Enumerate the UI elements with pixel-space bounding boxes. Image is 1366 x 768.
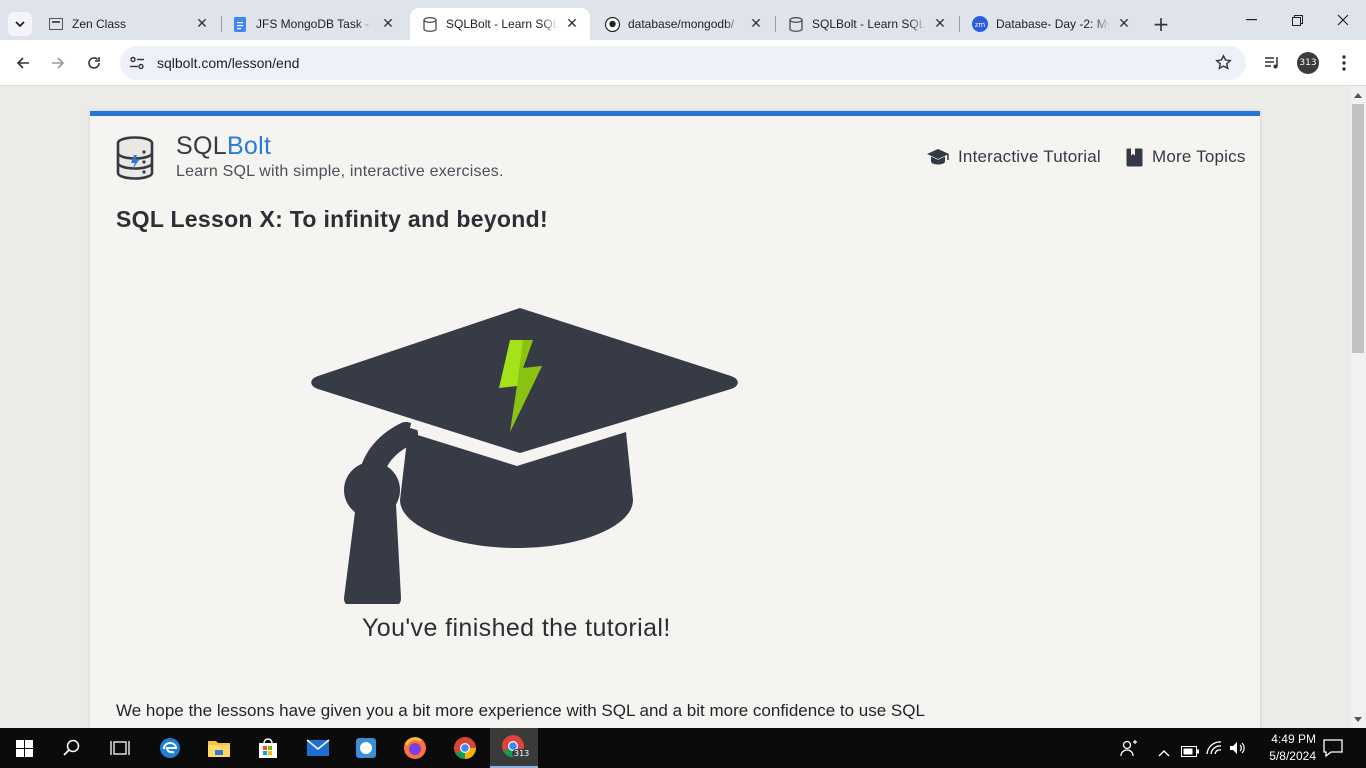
mail-icon[interactable] [294,728,342,768]
app-icon[interactable] [342,728,390,768]
clock-date: 5/8/2024 [1269,749,1316,763]
tab-close-icon[interactable]: ✕ [564,16,580,32]
address-bar[interactable]: sqlbolt.com/lesson/end [120,46,1246,80]
minimize-window-icon[interactable] [1228,0,1274,40]
battery-icon[interactable] [1181,742,1199,761]
windows-taskbar: 313 4:49 PM 5/8/2024 [0,728,1366,768]
svg-text:zm: zm [975,21,986,29]
task-view-icon[interactable] [96,728,144,768]
tab-title: Database- Day -2: My [996,17,1110,31]
graduation-cap-illustration [308,304,743,608]
tab-close-icon[interactable]: ✕ [748,16,764,32]
back-arrow-icon[interactable] [8,48,38,78]
system-clock[interactable]: 4:49 PM 5/8/2024 [1269,731,1316,765]
brand-bolt: Bolt [226,132,272,160]
google-docs-icon [232,16,248,32]
search-icon[interactable] [48,728,96,768]
zen-logo-icon: zm [972,16,988,32]
nav-label: Interactive Tutorial [958,147,1101,166]
sqlbolt-favicon-icon [422,16,438,32]
wifi-icon[interactable] [1206,740,1222,759]
chevron-down-icon [8,12,32,36]
finished-message: You've finished the tutorial! [362,614,671,642]
closing-paragraph: We hope the lessons have given you a bit… [116,701,925,720]
scrollbar-thumb[interactable] [1352,104,1364,353]
media-controls-icon[interactable] [1257,48,1287,78]
tab-title: database/mongodb/ [628,17,735,31]
browser-toolbar: sqlbolt.com/lesson/end 313 [0,40,1366,86]
site-settings-icon[interactable] [129,55,145,75]
tab-title: SQLBolt - Learn SQL - [446,17,558,31]
site-brand[interactable]: SQLBolt [176,132,271,161]
tab-github-database[interactable]: database/mongodb/ ✕ [592,8,774,40]
scroll-down-arrow-icon[interactable] [1354,717,1362,722]
volume-icon[interactable] [1229,740,1247,759]
new-tab-plus-icon[interactable]: + [1146,8,1176,40]
sqlbolt-logo-icon[interactable] [115,136,155,186]
chevron-up-icon[interactable] [1158,742,1170,761]
windows-start-icon[interactable] [0,728,48,768]
chrome-profile-badge: 313 [512,749,532,758]
microsoft-store-icon[interactable] [244,728,292,768]
sqlbolt-favicon-icon [788,16,804,32]
tab-zen-class[interactable]: Zen Class ✕ [36,8,220,40]
notification-center-icon[interactable] [1323,738,1343,762]
lesson-title: SQL Lesson X: To infinity and beyond! [116,206,548,232]
nav-interactive-tutorial[interactable]: Interactive Tutorial [926,147,1101,167]
reload-icon[interactable] [79,48,109,78]
nav-label: More Topics [1152,147,1246,166]
tab-close-icon[interactable]: ✕ [932,16,948,32]
book-icon [1126,148,1143,167]
nav-more-topics[interactable]: More Topics [1126,147,1246,167]
github-icon [604,16,620,32]
bookmark-star-icon[interactable] [1215,54,1232,75]
firefox-icon[interactable] [391,728,439,768]
file-explorer-icon[interactable] [195,728,243,768]
tab-jfs-mongodb-task[interactable]: JFS MongoDB Task - G ✕ [220,8,406,40]
web-page: SQLBolt Learn SQL with simple, interacti… [0,87,1350,728]
clock-time: 4:49 PM [1271,732,1316,746]
tab-close-icon[interactable]: ✕ [1116,16,1132,32]
tab-close-icon[interactable]: ✕ [380,16,396,32]
site-tagline: Learn SQL with simple, interactive exerc… [176,163,504,180]
forward-arrow-icon[interactable] [43,48,73,78]
browser-menu-icon[interactable] [1329,48,1359,78]
scroll-up-arrow-icon[interactable] [1354,93,1362,98]
browser-tab-strip: Zen Class ✕ JFS MongoDB Task - G ✕ SQLBo… [0,0,1366,40]
edge-browser-icon[interactable] [146,728,194,768]
graduation-cap-icon [926,148,950,166]
profile-avatar[interactable]: 313 [1293,48,1323,78]
tab-title: Zen Class [72,17,127,31]
restore-window-icon[interactable] [1274,0,1320,40]
chrome-icon[interactable] [441,728,489,768]
tab-close-icon[interactable]: ✕ [194,16,210,32]
tab-sqlbolt-2[interactable]: SQLBolt - Learn SQL - ✕ [776,8,958,40]
close-window-icon[interactable] [1320,0,1366,40]
tab-title: SQLBolt - Learn SQL - [812,17,926,31]
content-card: SQLBolt Learn SQL with simple, interacti… [90,111,1260,728]
tab-database-day-2[interactable]: zm Database- Day -2: My ✕ [960,8,1142,40]
tab-title: JFS MongoDB Task - G [256,17,374,31]
people-icon[interactable] [1120,739,1138,761]
profile-badge: 313 [1297,52,1319,74]
brand-sql: SQL [176,132,227,160]
tab-sqlbolt-active[interactable]: SQLBolt - Learn SQL - ✕ [410,8,590,40]
chrome-profile-active-icon[interactable]: 313 [490,728,538,768]
zen-class-favicon-icon [48,16,64,32]
url-text: sqlbolt.com/lesson/end [157,55,300,71]
